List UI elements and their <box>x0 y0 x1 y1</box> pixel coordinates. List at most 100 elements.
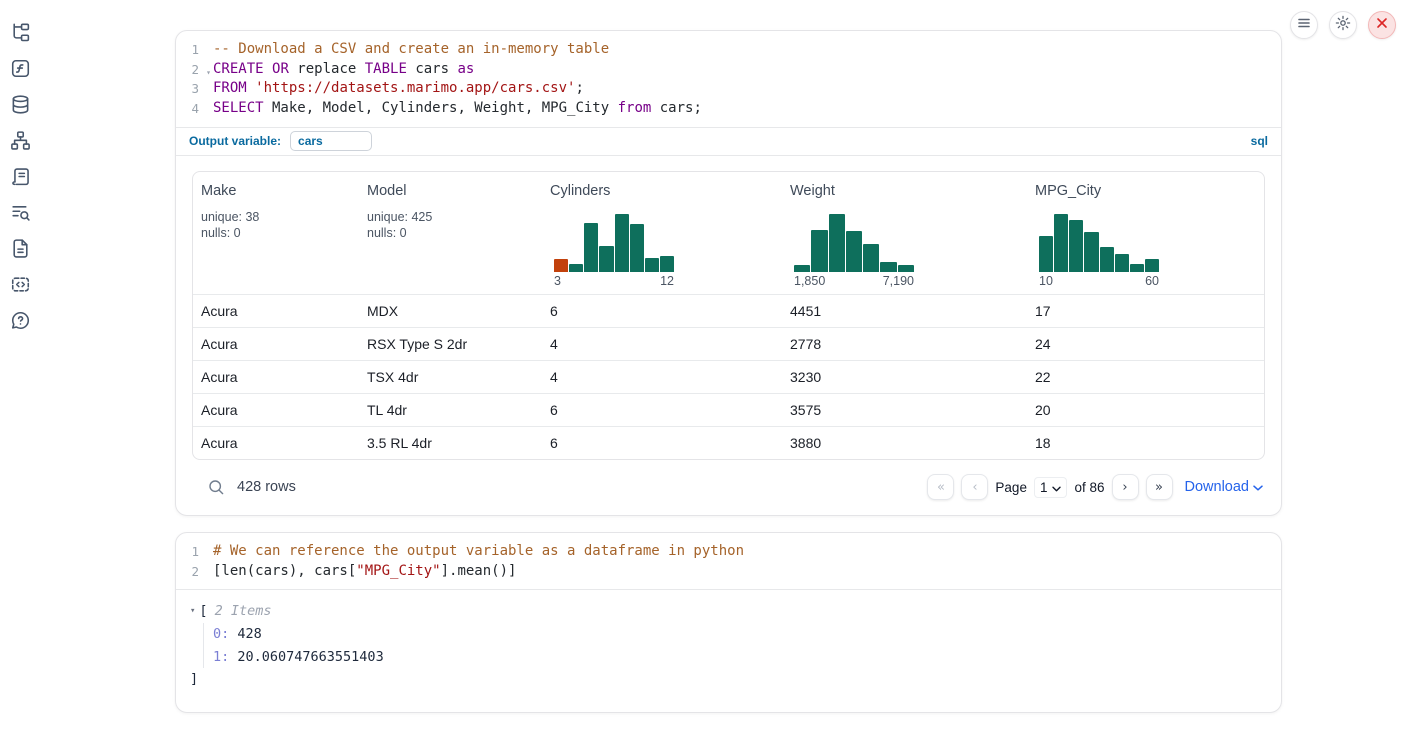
histogram-range-labels: 1,8507,190 <box>794 274 914 289</box>
table-cell: RSX Type S 2dr <box>359 336 542 352</box>
menu-button[interactable] <box>1290 11 1318 39</box>
table-cell: 4 <box>542 369 782 385</box>
items-count-label: 2 Items <box>215 601 272 622</box>
collapse-chevron-icon[interactable]: ▾ <box>190 601 195 622</box>
histogram-bars <box>794 214 914 272</box>
table-row[interactable]: AcuraTL 4dr6357520 <box>193 393 1264 426</box>
shutdown-button[interactable] <box>1368 11 1396 39</box>
table-footer: 428 rows « ‹ Page 1 of 86 › » Download <box>192 460 1265 515</box>
histogram-bars <box>1039 214 1159 272</box>
line-number: 1 <box>176 542 213 562</box>
tree-item: 0: 428 <box>213 623 1267 646</box>
open-bracket: [ <box>199 601 207 622</box>
chevron-down-icon <box>1253 479 1263 495</box>
histogram-bar <box>554 259 568 272</box>
histogram-bar <box>846 231 862 272</box>
code-text: CREATE OR replace TABLE cars as <box>213 60 474 80</box>
help-icon[interactable] <box>9 309 31 331</box>
next-page-button[interactable]: › <box>1112 474 1139 500</box>
table-row[interactable]: AcuraTSX 4dr4323022 <box>193 360 1264 393</box>
column-histogram[interactable]: 312 <box>554 214 674 289</box>
file-tree-icon[interactable] <box>9 21 31 43</box>
snippets-icon[interactable] <box>9 273 31 295</box>
table-row[interactable]: AcuraMDX6445117 <box>193 294 1264 327</box>
column-header-model[interactable]: Modelunique: 425nulls: 0 <box>359 172 542 294</box>
settings-button[interactable] <box>1329 11 1357 39</box>
table-cell: 3.5 RL 4dr <box>359 435 542 451</box>
table-cell: TL 4dr <box>359 402 542 418</box>
table-cell: Acura <box>193 336 359 352</box>
tree-item-value: 428 <box>229 626 262 642</box>
table-cell: MDX <box>359 303 542 319</box>
code-text: # We can reference the output variable a… <box>213 542 744 562</box>
data-table: Makeunique: 38nulls: 0Modelunique: 425nu… <box>192 171 1265 460</box>
code-text: [len(cars), cars["MPG_City"].mean()] <box>213 562 516 582</box>
download-label: Download <box>1185 479 1250 495</box>
histogram-bar <box>811 230 827 272</box>
output-variable-input[interactable] <box>290 131 372 151</box>
column-header-weight[interactable]: Weight 1,8507,190 <box>782 172 1027 294</box>
table-cell: TSX 4dr <box>359 369 542 385</box>
table-row[interactable]: AcuraRSX Type S 2dr4277824 <box>193 327 1264 360</box>
helper-panel-sidebar <box>9 21 31 331</box>
column-header-cylinders[interactable]: Cylinders312 <box>542 172 782 294</box>
histogram-bar <box>1145 259 1159 272</box>
table-cell: 4 <box>542 336 782 352</box>
code-line[interactable]: 2▾CREATE OR replace TABLE cars as <box>176 60 1281 80</box>
histogram-range-labels: 312 <box>554 274 674 289</box>
column-histogram[interactable]: 1,8507,190 <box>794 214 914 289</box>
python-output-tree: ▾ [ 2 Items 0: 4281: 20.060747663551403 … <box>176 589 1281 700</box>
python-code-editor[interactable]: 1# We can reference the output variable … <box>176 533 1281 589</box>
code-line[interactable]: 4SELECT Make, Model, Cylinders, Weight, … <box>176 99 1281 119</box>
line-number: 4 <box>176 99 213 119</box>
histogram-bar <box>645 258 659 271</box>
list-search-icon[interactable] <box>9 201 31 223</box>
first-page-button[interactable]: « <box>927 474 954 500</box>
prev-page-button[interactable]: ‹ <box>961 474 988 500</box>
search-icon[interactable] <box>208 479 225 496</box>
line-number: 2 <box>176 562 213 582</box>
pagination: « ‹ Page 1 of 86 › » <box>927 474 1172 500</box>
page-number-select[interactable]: 1 <box>1034 477 1068 498</box>
document-icon[interactable] <box>9 237 31 259</box>
histogram-bar <box>829 214 845 272</box>
output-variable-label: Output variable: <box>189 134 281 148</box>
column-title: Make <box>201 183 351 199</box>
function-icon[interactable] <box>9 57 31 79</box>
close-bracket: ] <box>190 669 1267 689</box>
table-cell: 3575 <box>782 402 1027 418</box>
column-histogram[interactable]: 1060 <box>1039 214 1159 289</box>
language-badge: sql <box>1251 134 1268 148</box>
code-line[interactable]: 2[len(cars), cars["MPG_City"].mean()] <box>176 562 1281 582</box>
histogram-bars <box>554 214 674 272</box>
tree-item-key: 1: <box>213 649 229 665</box>
table-cell: 6 <box>542 303 782 319</box>
histogram-bar <box>1054 214 1068 272</box>
column-title: Weight <box>790 183 1019 199</box>
sql-code-editor[interactable]: 1-- Download a CSV and create an in-memo… <box>176 31 1281 127</box>
python-cell: 1# We can reference the output variable … <box>175 532 1282 713</box>
histogram-bar <box>880 262 896 272</box>
column-header-mpg_city[interactable]: MPG_City1060 <box>1027 172 1265 294</box>
table-cell: Acura <box>193 435 359 451</box>
last-page-button[interactable]: » <box>1146 474 1173 500</box>
tree-item-key: 0: <box>213 626 229 642</box>
table-row[interactable]: Acura3.5 RL 4dr6388018 <box>193 426 1264 459</box>
download-menu[interactable]: Download <box>1185 479 1264 495</box>
code-line[interactable]: 1-- Download a CSV and create an in-memo… <box>176 40 1281 60</box>
code-line[interactable]: 1# We can reference the output variable … <box>176 542 1281 562</box>
histogram-bar <box>1084 232 1098 271</box>
histogram-bar <box>1069 220 1083 272</box>
tree-item-value: 20.060747663551403 <box>229 649 383 665</box>
scroll-icon[interactable] <box>9 165 31 187</box>
code-line[interactable]: 3FROM 'https://datasets.marimo.app/cars.… <box>176 79 1281 99</box>
column-header-make[interactable]: Makeunique: 38nulls: 0 <box>193 172 359 294</box>
database-icon[interactable] <box>9 93 31 115</box>
dependency-graph-icon[interactable] <box>9 129 31 151</box>
line-number: 3 <box>176 79 213 99</box>
histogram-bar <box>1130 264 1144 272</box>
table-cell: 3230 <box>782 369 1027 385</box>
column-stats: unique: 425nulls: 0 <box>367 209 534 242</box>
histogram-bar <box>615 214 629 272</box>
row-count: 428 rows <box>237 479 296 495</box>
